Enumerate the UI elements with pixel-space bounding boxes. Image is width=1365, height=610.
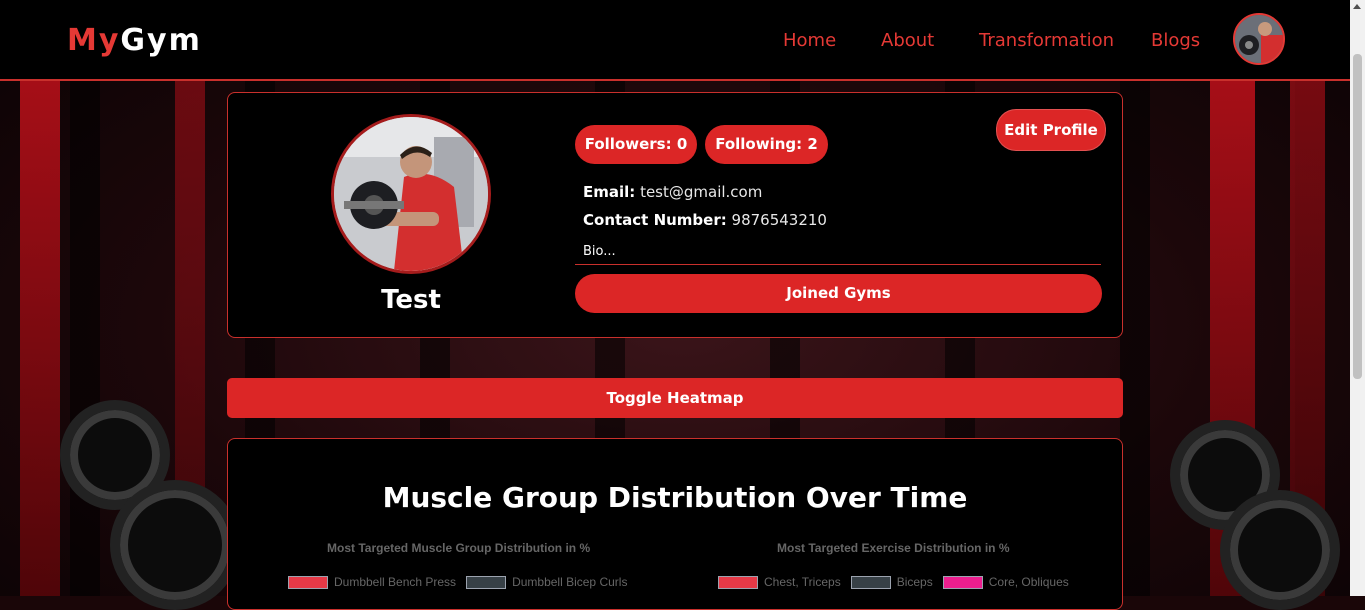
muscle-distribution-card: Muscle Group Distribution Over Time Most…	[227, 438, 1123, 610]
nav-transformation-link[interactable]: Transformation	[979, 30, 1114, 51]
right-chart-subtitle: Most Targeted Exercise Distribution in %	[777, 541, 1010, 555]
profile-card: Test Followers: 0 Following: 2 Edit Prof…	[227, 92, 1123, 338]
contact-value: 9876543210	[731, 211, 827, 229]
legend-swatch	[288, 575, 328, 589]
legend-item[interactable]: Dumbbell Bicep Curls	[466, 575, 627, 589]
email-value: test@gmail.com	[640, 183, 763, 201]
logo-my: My	[67, 23, 121, 58]
edit-profile-button[interactable]: Edit Profile	[996, 109, 1106, 151]
nav-about-link[interactable]: About	[881, 30, 934, 51]
navbar: MyGym Home About Transformation Blogs	[0, 0, 1350, 81]
legend-label: Dumbbell Bench Press	[334, 575, 457, 589]
scroll-up-arrow-icon[interactable]	[1353, 4, 1361, 9]
scrollbar-thumb[interactable]	[1353, 54, 1362, 379]
legend-item[interactable]: Biceps	[850, 575, 933, 589]
following-button[interactable]: Following: 2	[705, 125, 828, 164]
logo-gym: Gym	[120, 23, 202, 58]
legend-item[interactable]: Chest, Triceps	[718, 575, 841, 589]
legend-label: Core, Obliques	[988, 575, 1069, 589]
left-chart-subtitle: Most Targeted Muscle Group Distribution …	[327, 541, 591, 555]
legend-item[interactable]: Core, Obliques	[942, 575, 1069, 589]
legend-label: Biceps	[896, 575, 933, 589]
nav-home-link[interactable]: Home	[783, 30, 836, 51]
page-scrollbar[interactable]	[1350, 0, 1365, 596]
contact-label: Contact Number:	[583, 211, 727, 229]
left-chart-legend: Dumbbell Bench Press Dumbbell Bicep Curl…	[288, 575, 637, 589]
nav-blogs-link[interactable]: Blogs	[1151, 30, 1200, 51]
chart-section-title: Muscle Group Distribution Over Time	[382, 481, 968, 514]
bio-field[interactable]: Bio...	[575, 238, 1101, 265]
legend-swatch	[850, 575, 891, 589]
toggle-heatmap-button[interactable]: Toggle Heatmap	[227, 378, 1123, 418]
profile-picture	[331, 114, 491, 274]
legend-label: Dumbbell Bicep Curls	[512, 575, 628, 589]
legend-swatch	[466, 575, 507, 589]
email-row: Email: test@gmail.com	[583, 183, 762, 201]
legend-item[interactable]: Dumbbell Bench Press	[288, 575, 456, 589]
legend-label: Chest, Triceps	[764, 575, 841, 589]
legend-swatch	[942, 575, 983, 589]
legend-swatch	[718, 575, 758, 589]
joined-gyms-button[interactable]: Joined Gyms	[575, 274, 1102, 313]
contact-row: Contact Number: 9876543210	[583, 211, 827, 229]
user-avatar[interactable]	[1233, 13, 1285, 65]
logo[interactable]: MyGym	[67, 23, 202, 58]
email-label: Email:	[583, 183, 636, 201]
profile-username: Test	[381, 285, 441, 315]
followers-button[interactable]: Followers: 0	[575, 125, 697, 164]
right-chart-legend: Chest, Triceps Biceps Core, Obliques	[718, 575, 1079, 589]
